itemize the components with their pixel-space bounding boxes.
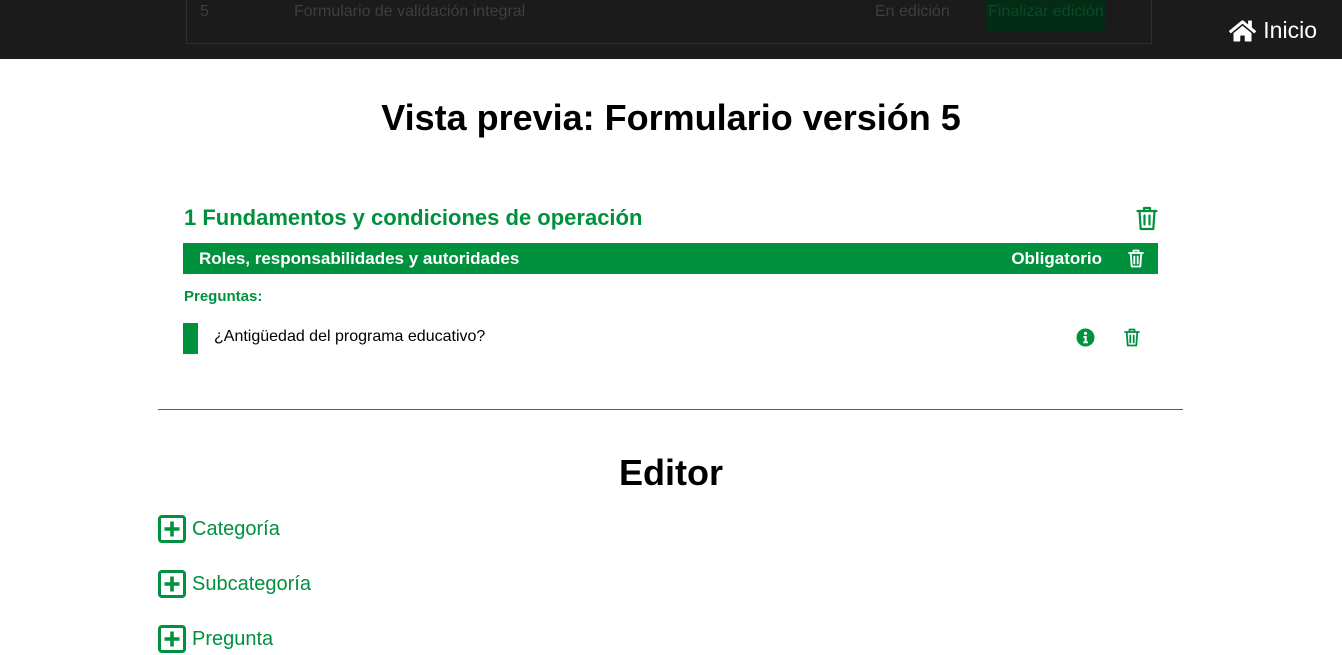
home-icon	[1229, 20, 1257, 41]
question-text: ¿Antigüedad del programa educativo?	[214, 328, 486, 345]
plus-square-icon	[158, 570, 186, 598]
preview-title: Vista previa: Formulario versión 5	[381, 97, 961, 138]
section-divider	[158, 409, 1183, 410]
add-question-label: Pregunta	[192, 627, 274, 650]
add-question-button[interactable]: Pregunta	[158, 625, 273, 653]
plus-square-icon	[158, 625, 186, 653]
row-status: En edición	[875, 3, 950, 20]
questions-heading: Preguntas:	[184, 288, 263, 305]
background-table-row: 5 Formulario de validación integral En e…	[186, 0, 1152, 44]
row-form-name: Formulario de validación integral	[294, 3, 526, 20]
home-label: Inicio	[1263, 17, 1317, 43]
add-subcategory-button[interactable]: Subcategoría	[158, 570, 311, 598]
finish-editing-button[interactable]: Finalizar edición	[986, 0, 1106, 31]
add-category-label: Categoría	[192, 517, 280, 540]
delete-subcategory-trash-icon[interactable]	[1128, 249, 1144, 268]
plus-square-icon	[158, 515, 186, 543]
top-navbar: 5 Formulario de validación integral En e…	[0, 0, 1342, 59]
finish-editing-label: Finalizar edición	[988, 3, 1104, 20]
add-category-button[interactable]: Categoría	[158, 515, 280, 543]
info-icon[interactable]	[1076, 328, 1095, 347]
question-marker	[183, 323, 198, 354]
add-subcategory-label: Subcategoría	[192, 572, 311, 595]
delete-category-trash-icon[interactable]	[1136, 206, 1158, 231]
delete-question-trash-icon[interactable]	[1124, 328, 1140, 347]
row-number: 5	[200, 3, 209, 20]
subcategory-bar: Roles, responsabilidades y autoridades O…	[183, 243, 1158, 274]
subcategory-name: Roles, responsabilidades y autoridades	[199, 249, 520, 268]
editor-title: Editor	[619, 452, 723, 493]
home-link[interactable]: Inicio	[1229, 17, 1317, 44]
required-badge: Obligatorio	[1011, 249, 1102, 268]
category-title: 1 Fundamentos y condiciones de operación	[184, 205, 643, 230]
